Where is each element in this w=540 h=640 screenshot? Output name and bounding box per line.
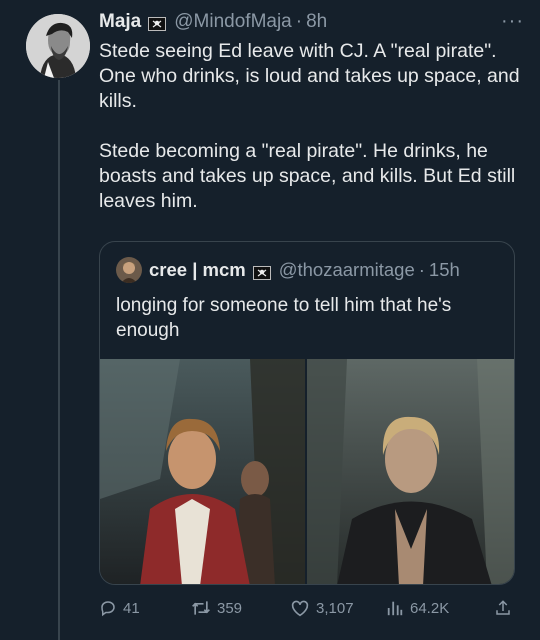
like-count: 3,107 — [316, 599, 354, 617]
like-button[interactable]: 3,107 — [290, 599, 354, 617]
pirate-flag-icon — [252, 263, 271, 280]
separator: · — [418, 259, 425, 280]
quote-display-name[interactable]: cree | mcm — [149, 259, 246, 281]
quote-timestamp[interactable]: 15h — [429, 259, 460, 281]
avatar[interactable] — [26, 14, 90, 78]
quoted-tweet[interactable]: cree | mcm @thozaarmitage · 15h longing … — [99, 241, 515, 585]
more-icon[interactable]: ··· — [501, 10, 524, 33]
pirate-flag-icon — [148, 15, 167, 31]
reply-count: 41 — [123, 599, 140, 617]
share-icon — [496, 600, 510, 615]
media-image-left[interactable] — [100, 359, 305, 584]
action-bar: 41 359 3,107 64.2K — [99, 596, 524, 620]
retweet-icon — [192, 601, 210, 615]
views-button[interactable]: 64.2K — [386, 599, 449, 617]
tweet-header: Maja @MindofMaja · 8h — [99, 8, 524, 36]
tweet-text: Stede seeing Ed leave with CJ. A "real p… — [99, 40, 520, 212]
reply-button[interactable]: 41 — [99, 599, 140, 617]
display-name[interactable]: Maja — [99, 11, 141, 33]
timestamp[interactable]: 8h — [306, 11, 327, 33]
separator: · — [295, 11, 303, 32]
handle[interactable]: @MindofMaja — [174, 11, 292, 33]
media-image-right[interactable] — [307, 359, 514, 584]
retweet-count: 359 — [217, 599, 243, 617]
media-grid — [100, 359, 514, 584]
views-count: 64.2K — [410, 599, 450, 617]
retweet-button[interactable]: 359 — [191, 599, 242, 617]
like-icon — [291, 600, 309, 617]
quote-handle[interactable]: @thozaarmitage — [279, 259, 415, 281]
views-icon — [387, 601, 403, 616]
quote-header: cree | mcm @thozaarmitage · 15h — [116, 257, 460, 283]
quote-text: longing for someone to tell him that he'… — [116, 295, 452, 341]
share-button[interactable] — [494, 599, 518, 617]
reply-icon — [101, 601, 115, 617]
thread-line — [58, 80, 60, 640]
quote-avatar[interactable] — [116, 257, 142, 283]
